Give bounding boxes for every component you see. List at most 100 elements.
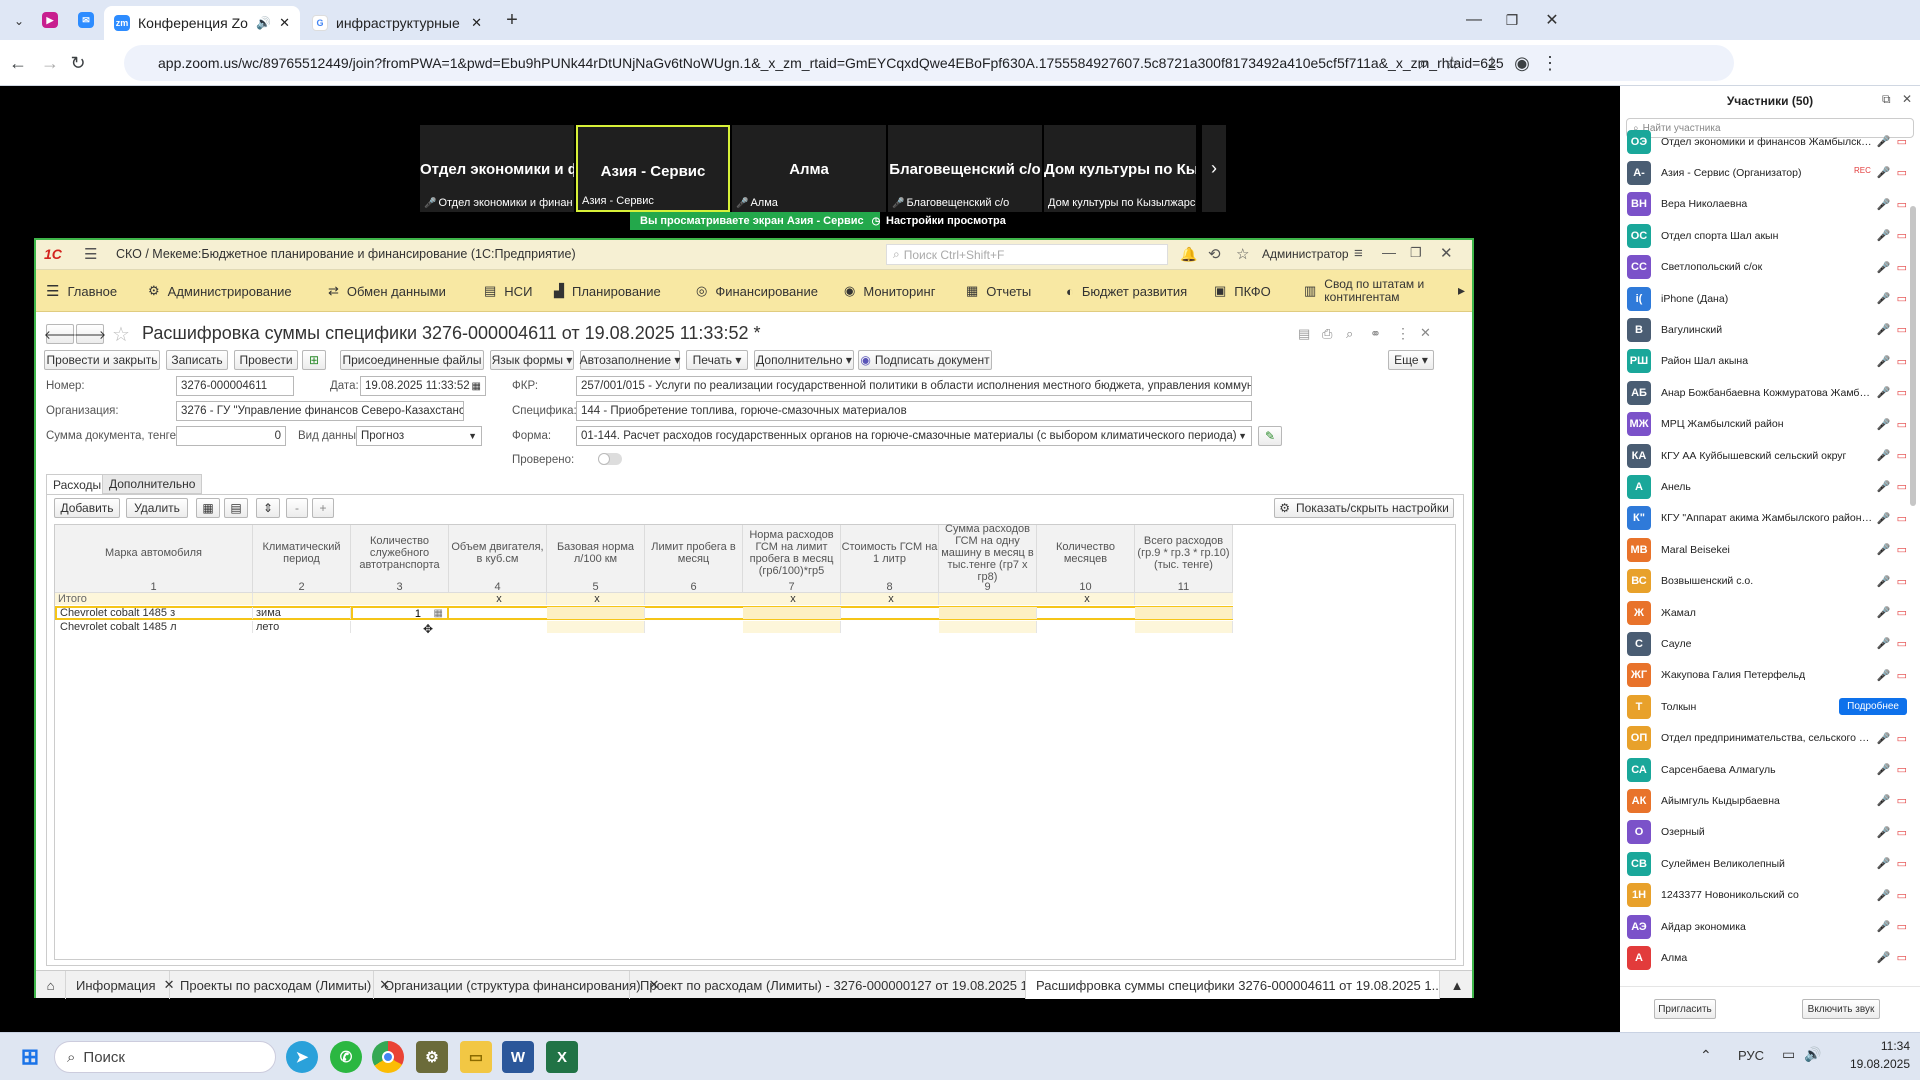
plus-button[interactable]: + — [312, 498, 334, 518]
back-icon[interactable]: ← — [6, 51, 30, 75]
calculator-icon[interactable]: ▦ — [434, 608, 443, 619]
write-button[interactable]: Записать — [166, 350, 228, 370]
edit-pencil-icon[interactable]: ✎ — [1258, 426, 1282, 446]
delete-row-button[interactable]: Удалить — [126, 498, 188, 518]
close-panel-icon[interactable]: ✕ — [1902, 92, 1912, 106]
organization-field[interactable]: 3276 - ГУ "Управление финансов Северо-Ка… — [176, 401, 464, 421]
column-header[interactable]: Марка автомобиля — [55, 525, 253, 581]
menu-item-planning[interactable]: ▟ Планирование — [554, 270, 661, 312]
menu-item-reports[interactable]: ▦ Отчеты — [966, 270, 1031, 312]
participant-item[interactable]: АЭ Айдар экономика 🎤 ▭ — [1627, 911, 1907, 942]
date-field[interactable]: 19.08.2025 11:33:52 ▦ — [360, 376, 486, 396]
print-button[interactable]: Печать ▾ — [686, 350, 748, 370]
minimize-icon[interactable]: — — [1382, 244, 1396, 260]
menu-item-exchange[interactable]: ⇄ Обмен данными — [328, 270, 446, 312]
volume-icon[interactable]: 🔊 — [1804, 1046, 1821, 1063]
download-icon[interactable]: ⤓ — [1480, 51, 1504, 75]
chrome-icon[interactable] — [372, 1041, 404, 1073]
row-cell[interactable] — [743, 607, 841, 619]
attached-files-button[interactable]: Присоединенные файлы — [340, 350, 484, 370]
column-header[interactable]: Климатический период — [253, 525, 351, 581]
network-icon[interactable]: ▭ — [1782, 1046, 1795, 1063]
participant-item[interactable]: К" КГУ "Аппарат акима Жамбылского района … — [1627, 503, 1907, 534]
scrollbar[interactable] — [1910, 206, 1916, 506]
row-cell[interactable] — [1135, 607, 1233, 619]
row-cell-period[interactable]: лето — [253, 621, 351, 633]
column-header[interactable]: Лимит пробега в месяц — [645, 525, 743, 581]
close-window-icon[interactable]: ✕ — [1540, 8, 1564, 32]
video-tile[interactable]: Дом культуры по Кыз... Дом культуры по К… — [1044, 125, 1196, 212]
hamburger-menu-icon[interactable]: ☰ — [84, 245, 97, 263]
column-header[interactable]: Количество служебного автотранспорта — [351, 525, 449, 581]
clock-date[interactable]: 19.08.2025 — [1842, 1057, 1910, 1071]
menu-item-pkfo[interactable]: ▣ ПКФО — [1214, 270, 1271, 312]
column-header[interactable]: Сумма расходов ГСМ на одну машину в меся… — [939, 523, 1037, 583]
whatsapp-icon[interactable]: ✆ — [330, 1041, 362, 1073]
new-tab-icon[interactable]: + — [500, 8, 524, 32]
participant-item[interactable]: А Анель 🎤 ▭ — [1627, 471, 1907, 502]
form-select[interactable]: 01-144. Расчет расходов государственных … — [576, 426, 1252, 446]
table-view-icon[interactable]: ▤ — [224, 498, 248, 518]
menu-item-dev-budget[interactable]: ◐ Бюджет развития — [1066, 270, 1187, 312]
home-icon[interactable]: ⌂ — [36, 971, 66, 999]
forward-icon[interactable]: 🡒 — [74, 324, 106, 344]
participant-item[interactable]: А Алма 🎤 ▭ — [1627, 942, 1907, 973]
row-cell[interactable] — [743, 621, 841, 633]
row-cell-period[interactable]: зима — [253, 607, 351, 619]
participant-item[interactable]: ВН Вера Николаевна 🎤 ▭ — [1627, 189, 1907, 220]
participant-item[interactable]: Ж Жамал 🎤 ▭ — [1627, 597, 1907, 628]
participant-item[interactable]: СС Светлопольский с/ок 🎤 ▭ — [1627, 252, 1907, 283]
back-icon[interactable]: 🡐 — [44, 324, 76, 344]
global-search-input[interactable]: ⌕ Поиск Ctrl+Shift+F — [886, 244, 1168, 265]
participant-item[interactable]: А- Азия - Сервис (Организатор) REC 🎤 ▭ — [1627, 157, 1907, 188]
spec-field[interactable]: 144 - Приобретение топлива, горюче-смазо… — [576, 401, 1252, 421]
telegram-icon[interactable]: ➤ — [286, 1041, 318, 1073]
unmute-button[interactable]: Включить звук — [1802, 999, 1880, 1019]
datatype-select[interactable]: Прогноз ▼ — [356, 426, 482, 446]
menu-scroll-right-icon[interactable]: ▸ — [1458, 282, 1465, 299]
row-cell-car[interactable]: Chevrolet cobalt 1485 з — [57, 607, 253, 619]
video-tile[interactable]: Алма 🎤 Алма — [732, 125, 886, 212]
windows-start-icon[interactable]: ⊞ — [14, 1041, 46, 1073]
sum-field[interactable]: 0 — [176, 426, 286, 446]
tab-expenses[interactable]: Расходы — [46, 474, 109, 494]
favorite-star-icon[interactable]: ☆ — [112, 322, 130, 347]
language-indicator[interactable]: РУС — [1738, 1048, 1764, 1063]
zoom-lens-icon[interactable]: ⌕ — [1412, 51, 1436, 75]
window-tab[interactable]: Информация ✕ — [66, 971, 175, 999]
preview-icon[interactable]: ⌕ — [1346, 326, 1353, 342]
pinned-tab-icon[interactable]: ▶ — [42, 12, 58, 28]
participant-item[interactable]: СА Сарсенбаева Алмагуль 🎤 ▭ — [1627, 754, 1907, 785]
number-field[interactable]: 3276-000004611 — [176, 376, 294, 396]
struct-icon[interactable]: ⊞ — [302, 350, 326, 370]
form-language-button[interactable]: Язык формы ▾ — [490, 350, 574, 370]
window-tab[interactable]: Организации (структура финансирования) ✕ — [374, 971, 659, 999]
participant-item[interactable]: ОС Отдел спорта Шал акын 🎤 ▭ — [1627, 220, 1907, 251]
history-icon[interactable]: ⟲ — [1208, 245, 1221, 263]
participant-item[interactable]: ВС Возвышенский с.о. 🎤 ▭ — [1627, 566, 1907, 597]
participant-item[interactable]: 1Н 1243377 Новоникольский со 🎤 ▭ — [1627, 880, 1907, 911]
browser-tab-google[interactable]: G инфраструктурные проекты р ✕ — [302, 6, 492, 40]
bell-icon[interactable]: 🔔 — [1180, 246, 1197, 263]
participant-item[interactable]: MB Maral Beisekei 🎤 ▭ — [1627, 534, 1907, 565]
menu-item-monitoring[interactable]: ◉ Мониторинг — [844, 270, 935, 312]
browser-tab-zoom[interactable]: zm Конференция Zoom Азия 🔊 ✕ — [104, 6, 300, 40]
participant-item[interactable]: Т Толкын Подробнее — [1627, 691, 1907, 722]
close-form-icon[interactable]: ✕ — [1420, 325, 1431, 341]
restore-icon[interactable]: ❐ — [1500, 8, 1524, 32]
post-and-close-button[interactable]: Провести и закрыть — [44, 350, 160, 370]
onec-app-icon[interactable]: ⚙ — [416, 1041, 448, 1073]
favorites-star-icon[interactable]: ☆ — [1236, 245, 1249, 263]
additional-button[interactable]: Дополнительно ▾ — [754, 350, 854, 370]
chevron-up-icon[interactable]: ▲ — [1442, 971, 1472, 999]
participant-item[interactable]: ОЭ Отдел экономики и финансов Жамбылског.… — [1627, 126, 1907, 157]
video-tile[interactable]: Благовещенский с/о 🎤 Благовещенский с/о — [888, 125, 1042, 212]
menu-item-nsi[interactable]: ▤ НСИ — [484, 270, 532, 312]
save-icon[interactable]: ▤ — [1298, 326, 1310, 342]
column-header[interactable]: Количество месяцев — [1037, 525, 1135, 581]
row-cell[interactable] — [547, 621, 645, 633]
window-tab[interactable]: Проекты по расходам (Лимиты) ✕ — [170, 971, 390, 999]
more-icon[interactable]: ⋮ — [1396, 325, 1410, 342]
next-tiles-icon[interactable]: › — [1202, 125, 1226, 212]
row-cell[interactable] — [939, 607, 1037, 619]
